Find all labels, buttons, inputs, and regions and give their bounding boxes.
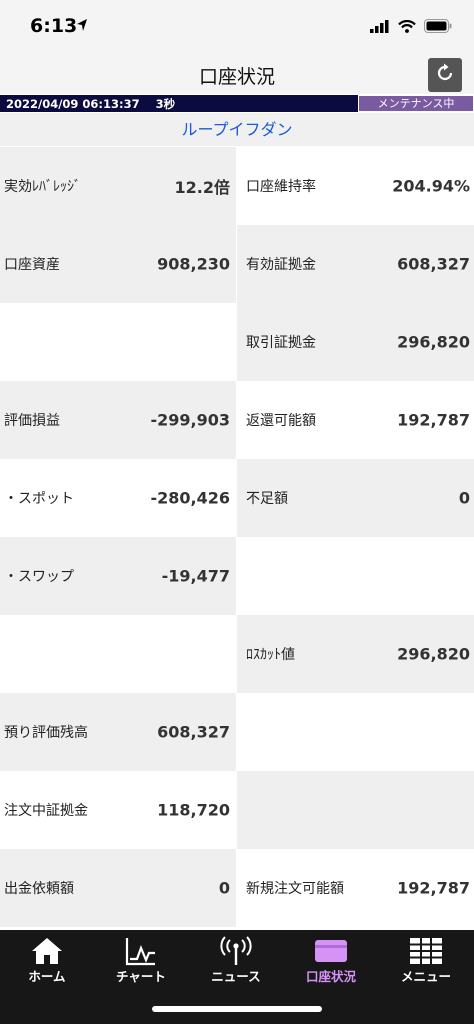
empty-cell bbox=[237, 537, 474, 615]
account-assets-cell: 口座資産 908,230 bbox=[0, 225, 236, 303]
cell-label: 口座資産 bbox=[4, 257, 60, 273]
unrealized-pl-cell: 評価損益 -299,903 bbox=[0, 381, 236, 459]
swap-pl-cell: ・スワップ -19,477 bbox=[0, 537, 236, 615]
cell-value: 608,327 bbox=[397, 254, 470, 274]
cell-label: 有効証拠金 bbox=[246, 257, 316, 273]
info-strip: 2022/04/09 06:13:37 3秒 メンテナンス中 bbox=[0, 95, 474, 112]
cell-label: 注文中証拠金 bbox=[4, 803, 88, 819]
update-interval: 3秒 bbox=[155, 97, 176, 111]
cell-value: 192,787 bbox=[397, 410, 470, 430]
cell-label: 口座維持率 bbox=[246, 179, 316, 195]
cell-label: 評価損益 bbox=[4, 413, 60, 429]
withdrawal-request-cell: 出金依頼額 0 bbox=[0, 849, 236, 927]
status-time: 6:13 bbox=[30, 15, 78, 37]
empty-cell bbox=[0, 303, 236, 381]
cellular-signal-icon bbox=[370, 18, 390, 37]
refresh-button[interactable] bbox=[428, 58, 462, 92]
home-icon bbox=[30, 936, 64, 970]
empty-cell bbox=[237, 771, 474, 849]
location-arrow-icon bbox=[76, 17, 88, 36]
maintenance-ratio-cell: 口座維持率 204.94% bbox=[237, 147, 474, 225]
trading-margin-cell: 取引証拠金 296,820 bbox=[237, 303, 474, 381]
cell-value: 12.2倍 bbox=[174, 178, 230, 197]
cell-value: 608,327 bbox=[157, 722, 230, 742]
cell-label: 出金依頼額 bbox=[4, 881, 74, 897]
cell-value: 118,720 bbox=[157, 800, 230, 820]
page-title: 口座状況 bbox=[198, 66, 275, 88]
product-subheader: ループイフダン bbox=[0, 113, 474, 146]
chart-icon bbox=[124, 936, 158, 970]
cell-value: 0 bbox=[218, 878, 230, 898]
cell-label: 実効ﾚﾊﾞﾚｯｼﾞ bbox=[4, 179, 81, 195]
cell-label: ・スポット bbox=[4, 491, 74, 507]
tab-news[interactable]: ニュース bbox=[189, 930, 283, 990]
cell-value: -19,477 bbox=[161, 566, 230, 586]
battery-icon bbox=[424, 18, 452, 37]
grid-menu-icon bbox=[408, 936, 444, 970]
cell-value: -299,903 bbox=[150, 410, 230, 430]
empty-cell bbox=[0, 615, 236, 693]
home-indicator[interactable] bbox=[152, 1006, 322, 1012]
maintenance-badge: メンテナンス中 bbox=[358, 95, 474, 112]
new-order-capacity-cell: 新規注文可能額 192,787 bbox=[237, 849, 474, 927]
cell-value: 192,787 bbox=[397, 878, 470, 898]
cell-value: 204.94% bbox=[392, 176, 470, 196]
empty-cell bbox=[237, 693, 474, 771]
cell-value: -280,426 bbox=[150, 488, 230, 508]
cell-value: 908,230 bbox=[157, 254, 230, 274]
cell-value: 296,820 bbox=[397, 332, 470, 352]
wifi-icon bbox=[398, 18, 416, 37]
cell-label: 不足額 bbox=[246, 491, 288, 507]
status-bar: 6:13 bbox=[0, 0, 474, 58]
cell-label: 返還可能額 bbox=[246, 413, 316, 429]
cell-value: 296,820 bbox=[397, 644, 470, 664]
tab-chart[interactable]: チャート bbox=[94, 930, 188, 990]
shortfall-cell: 不足額 0 bbox=[237, 459, 474, 537]
account-status-grid: 実効ﾚﾊﾞﾚｯｼﾞ 12.2倍 口座資産 908,230 評価損益 -299,9… bbox=[0, 147, 474, 930]
cell-label: ﾛｽｶｯﾄ値 bbox=[246, 647, 295, 663]
nav-bar: 口座状況 bbox=[0, 58, 474, 94]
order-margin-cell: 注文中証拠金 118,720 bbox=[0, 771, 236, 849]
deposit-valuation-cell: 預り評価残高 608,327 bbox=[0, 693, 236, 771]
update-datetime: 2022/04/09 06:13:37 bbox=[6, 97, 140, 111]
cell-value: 0 bbox=[458, 488, 470, 508]
cell-label: 預り評価残高 bbox=[4, 725, 88, 741]
tab-label: 口座状況 bbox=[305, 969, 356, 984]
tab-label: ニュース bbox=[211, 969, 261, 984]
tab-bar: ホーム チャート ニュース 口座状況 メニュー bbox=[0, 930, 474, 1024]
cell-label: ・スワップ bbox=[4, 569, 74, 585]
refresh-icon bbox=[434, 62, 456, 88]
tab-account-status[interactable]: 口座状況 bbox=[284, 930, 378, 990]
product-name: ループイフダン bbox=[181, 120, 293, 139]
effective-margin-cell: 有効証拠金 608,327 bbox=[237, 225, 474, 303]
tab-home[interactable]: ホーム bbox=[0, 930, 94, 990]
tab-label: ホーム bbox=[28, 969, 66, 984]
refundable-amount-cell: 返還可能額 192,787 bbox=[237, 381, 474, 459]
cell-label: 新規注文可能額 bbox=[246, 881, 344, 897]
loss-cut-value-cell: ﾛｽｶｯﾄ値 296,820 bbox=[237, 615, 474, 693]
spot-pl-cell: ・スポット -280,426 bbox=[0, 459, 236, 537]
leverage-cell: 実効ﾚﾊﾞﾚｯｼﾞ 12.2倍 bbox=[0, 147, 236, 225]
strip-datetime-row: 2022/04/09 06:13:37 3秒 bbox=[6, 96, 175, 112]
cell-label: 取引証拠金 bbox=[246, 335, 316, 351]
account-icon bbox=[313, 936, 349, 970]
antenna-icon bbox=[218, 936, 254, 970]
tab-label: チャート bbox=[116, 969, 166, 984]
tab-menu[interactable]: メニュー bbox=[379, 930, 473, 990]
tab-label: メニュー bbox=[400, 969, 451, 984]
